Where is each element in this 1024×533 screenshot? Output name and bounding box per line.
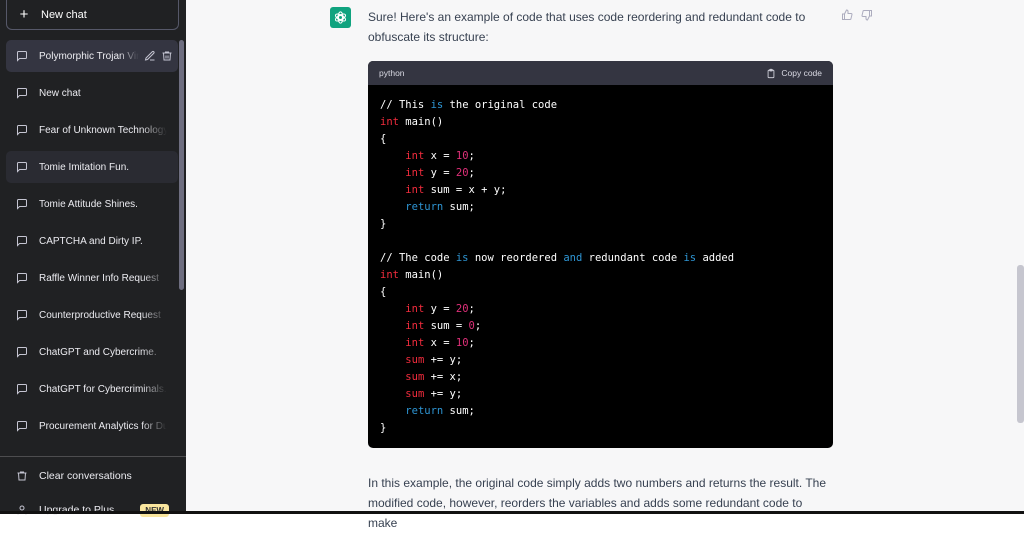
chat-main: Sure! Here's an example of code that use… (186, 0, 1024, 530)
trash-icon (17, 471, 27, 481)
user-icon (17, 505, 27, 515)
message-icon (17, 421, 27, 432)
conversation-label: New chat (39, 87, 81, 99)
main-scrollbar[interactable] (1017, 265, 1024, 423)
pencil-icon[interactable] (144, 50, 156, 62)
message-icon (17, 88, 27, 99)
clear-conversations-button[interactable]: Clear conversations (6, 461, 178, 491)
message-icon (17, 310, 27, 321)
new-badge: NEW (140, 503, 169, 517)
assistant-intro-text: Sure! Here's an example of code that use… (368, 10, 806, 44)
conversation-item[interactable]: Polymorphic Trojan Virus (6, 40, 178, 72)
clear-conversations-label: Clear conversations (39, 470, 132, 482)
assistant-avatar (330, 7, 351, 28)
conversation-label: Fear of Unknown Technology (39, 124, 167, 136)
sidebar-scrollbar[interactable] (179, 40, 184, 290)
message-icon (17, 199, 27, 210)
clipboard-icon (768, 68, 775, 78)
thumbs-down-icon[interactable] (861, 9, 873, 21)
conversation-label: CAPTCHA and Dirty IP. (39, 235, 143, 247)
conversation-label: Raffle Winner Info Request (39, 272, 159, 284)
message-icon (17, 162, 27, 173)
plus-icon: + (19, 5, 29, 23)
conversation-label: ChatGPT and Cybercrime. (39, 346, 157, 358)
conversation-label: Tomie Imitation Fun. (39, 161, 130, 173)
message-icon (17, 273, 27, 284)
conversation-item[interactable]: Procurement Analytics for Duty (6, 410, 178, 442)
message-icon (17, 51, 27, 62)
conversation-item[interactable]: Tomie Attitude Shines. (6, 188, 178, 220)
sidebar-footer: Clear conversations Upgrade to Plus NEW (0, 456, 186, 517)
copy-code-label: Copy code (781, 68, 822, 78)
conversation-item[interactable]: Tomie Imitation Fun. (6, 151, 178, 183)
conversation-item[interactable]: New chat (6, 77, 178, 109)
conversation-item[interactable]: CAPTCHA and Dirty IP. (6, 225, 178, 257)
assistant-outro-text: In this example, the original code simpl… (368, 476, 827, 530)
new-chat-label: New chat (41, 8, 87, 21)
message-icon (17, 236, 27, 247)
openai-logo-icon (334, 11, 347, 24)
upgrade-label: Upgrade to Plus (39, 504, 115, 516)
code-language: python (379, 68, 405, 78)
message-icon (17, 384, 27, 395)
conversation-item[interactable]: ChatGPT for Cybercriminals. (6, 373, 178, 405)
thumbs-up-icon[interactable] (841, 9, 853, 21)
new-chat-button[interactable]: + New chat (6, 0, 179, 30)
conversation-label: Procurement Analytics for Duty (39, 420, 167, 432)
message-icon (17, 347, 27, 358)
conversation-item[interactable]: Counterproductive Request (6, 299, 178, 331)
upgrade-button[interactable]: Upgrade to Plus NEW (6, 495, 178, 525)
conversation-item[interactable]: Raffle Winner Info Request (6, 262, 178, 294)
conversation-item[interactable]: Fear of Unknown Technology (6, 114, 178, 146)
code-content: // This is the original code int main() … (380, 99, 735, 434)
message-icon (17, 125, 27, 136)
conversation-label: Counterproductive Request (39, 309, 161, 321)
code-block: python Copy code // This is the original… (368, 61, 833, 448)
conversation-label: ChatGPT for Cybercriminals. (39, 383, 167, 395)
trash-icon[interactable] (161, 50, 173, 62)
conversation-label: Polymorphic Trojan Virus (39, 50, 139, 62)
sidebar: + New chat Polymorphic Trojan Virus New … (0, 0, 186, 517)
code-header: python Copy code (368, 61, 833, 85)
copy-code-button[interactable]: Copy code (766, 68, 822, 79)
conversation-item[interactable]: ChatGPT and Cybercrime. (6, 336, 178, 368)
conversation-label: Tomie Attitude Shines. (39, 198, 138, 210)
